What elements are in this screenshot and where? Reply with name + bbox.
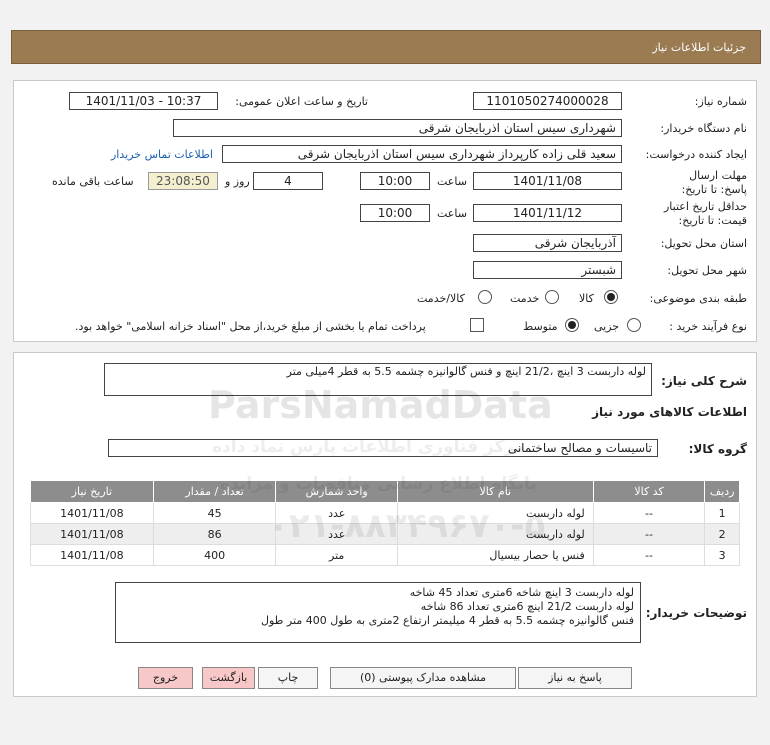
cell-quantity: 86 (152, 523, 277, 545)
buyer-notes-line: فنس گالوانیزه چشمه 5.5 به قطر 4 میلیمتر … (261, 614, 634, 627)
city-label: شهر محل تحویل: (667, 264, 747, 277)
category-goods-radio[interactable] (604, 290, 618, 304)
col-row-header: ردیف (704, 480, 740, 503)
requester-label: ایجاد کننده درخواست: (645, 148, 747, 161)
announce-field[interactable]: 1401/11/03 - 10:37 (69, 92, 218, 110)
cell-unit: متر (275, 544, 398, 566)
exit-button[interactable]: خروج (138, 667, 193, 689)
page-title: جزئیات اطلاعات نیاز (652, 41, 746, 54)
goods-info-title: اطلاعات کالاهای مورد نیاز (592, 405, 747, 419)
validity-date-field[interactable]: 1401/11/12 (473, 204, 622, 222)
buyer-org-label: نام دستگاه خریدار: (660, 122, 747, 135)
buyer-contact-link[interactable]: اطلاعات تماس خریدار (111, 148, 213, 161)
deadline-days-label: روز و (225, 175, 250, 188)
purchase-medium-label: متوسط (523, 320, 558, 333)
attachments-button[interactable]: مشاهده مدارک پیوستی (0) (330, 667, 516, 689)
need-number-field[interactable]: 1101050274000028 (473, 92, 622, 110)
treasury-checkbox[interactable] (470, 318, 484, 332)
buyer-notes-line: لوله داربست 3 اینچ شاخه 6متری تعداد 45 ش… (409, 586, 634, 599)
cell-code: -- (592, 523, 706, 545)
deadline-time-label: ساعت (437, 175, 467, 188)
city-field[interactable]: شبستر (473, 261, 622, 279)
category-service-label: خدمت (510, 292, 540, 305)
province-label: استان محل تحویل: (660, 237, 747, 250)
category-goods-label: کالا (579, 292, 594, 305)
remaining-time-field: 23:08:50 (148, 172, 218, 190)
deadline-time-field[interactable]: 10:00 (360, 172, 430, 190)
purchase-minor-label: جزیی (594, 320, 620, 333)
cell-code: -- (592, 544, 706, 566)
watermark-tagline: مرکز فناوری اطلاعات پارس نماد داده (212, 437, 526, 457)
purchase-medium-radio[interactable] (565, 318, 579, 332)
category-goods-service-radio[interactable] (478, 290, 492, 304)
need-number-label: شماره نیاز: (694, 95, 747, 108)
watermark-brand: ParsNamadData (208, 383, 553, 427)
validity-label: حداقل تاریخ اعتبار قیمت: تا تاریخ: (663, 200, 747, 227)
deadline-date-field[interactable]: 1401/11/08 (473, 172, 622, 190)
col-code-header: کد کالا (592, 480, 706, 503)
category-label: طبقه بندی موضوعی: (649, 292, 747, 305)
page-header: جزئیات اطلاعات نیاز (11, 30, 761, 64)
cell-quantity: 45 (152, 502, 277, 524)
summary-label: شرح کلی نیاز: (661, 374, 747, 388)
buyer-notes-field[interactable]: لوله داربست 3 اینچ شاخه 6متری تعداد 45 ش… (115, 582, 641, 643)
deadline-label: مهلت ارسال پاسخ: تا تاریخ: (681, 169, 747, 196)
buyer-notes-label: توضیحات خریدار: (645, 606, 747, 620)
buyer-notes-line: لوله داربست 21/2 اینچ 6متری تعداد 86 شاخ… (420, 600, 634, 613)
cell-row: 3 (704, 544, 740, 566)
goods-group-label: گروه کالا: (688, 442, 747, 456)
cell-row: 1 (704, 502, 740, 524)
purchase-type-label: نوع فرآیند خرید : (669, 320, 747, 333)
col-date-header: تاریخ نیاز (30, 480, 154, 503)
remaining-time-label: ساعت باقی مانده (52, 175, 134, 188)
cell-code: -- (592, 502, 706, 524)
cell-name: فنس یا حصار بیسیال (396, 544, 594, 566)
announce-label: تاریخ و ساعت اعلان عمومی: (235, 95, 368, 108)
validity-time-field[interactable]: 10:00 (360, 204, 430, 222)
buyer-org-field[interactable]: شهرداری سیس استان اذربایجان شرقی (173, 119, 622, 137)
cell-row: 2 (704, 523, 740, 545)
table-row: 3 -- فنس یا حصار بیسیال متر 400 1401/11/… (30, 544, 740, 566)
validity-time-label: ساعت (437, 207, 467, 220)
category-service-radio[interactable] (545, 290, 559, 304)
cell-date: 1401/11/08 (30, 523, 154, 545)
watermark-slogan: پایگاه اطلاع رسانی مناقصات و مزایده (220, 474, 537, 494)
category-goods-service-label: کالا/خدمت (417, 292, 465, 305)
treasury-note: پرداخت تمام یا بخشی از مبلغ خرید،از محل … (75, 320, 426, 333)
purchase-minor-radio[interactable] (627, 318, 641, 332)
back-button[interactable]: بازگشت (202, 667, 255, 689)
cell-date: 1401/11/08 (30, 502, 154, 524)
cell-date: 1401/11/08 (30, 544, 154, 566)
watermark-phone: ۰۲۱-۸۸۳۴۹۶۷۰-۵ (268, 506, 546, 546)
reply-button[interactable]: پاسخ به نیاز (518, 667, 632, 689)
requester-field[interactable]: سعید قلی زاده کارپرداز شهرداری سیس استان… (222, 145, 622, 163)
province-field[interactable]: آذربایجان شرقی (473, 234, 622, 252)
print-button[interactable]: چاپ (258, 667, 318, 689)
cell-quantity: 400 (152, 544, 277, 566)
deadline-days-field[interactable]: 4 (253, 172, 323, 190)
